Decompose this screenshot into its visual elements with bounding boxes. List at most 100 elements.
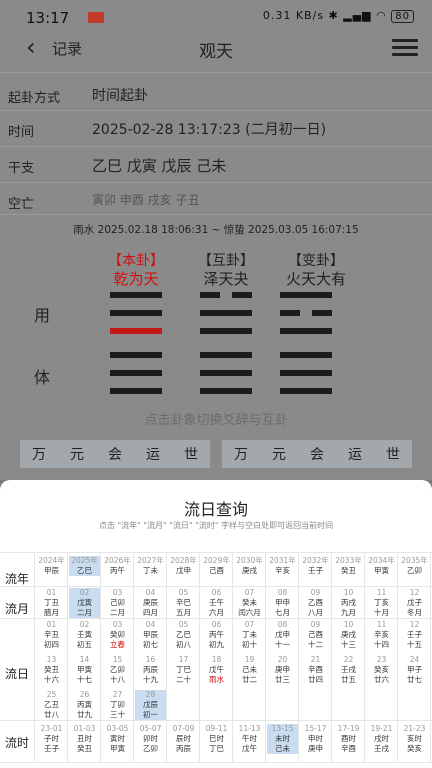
day-cell[interactable]: 09 己酉 十二 (300, 620, 331, 650)
yang-line[interactable] (110, 292, 162, 298)
day-cell[interactable]: 05 乙巳 初八 (168, 620, 199, 650)
yang-line[interactable] (110, 328, 162, 334)
yang-line[interactable] (280, 292, 332, 298)
tab-yuan[interactable]: 元 (272, 444, 286, 464)
day-cell[interactable]: 18 戊午 雨水 (201, 655, 232, 685)
yang-line[interactable] (110, 388, 162, 394)
hour-cell[interactable]: 03-05 寅时 甲寅 (102, 724, 133, 754)
tab-shi[interactable]: 世 (386, 444, 400, 464)
yang-line[interactable] (200, 352, 252, 358)
day-cell[interactable]: 08 戊申 十一 (267, 620, 298, 650)
year-cell[interactable]: 2027年 丁未 (135, 556, 166, 576)
row-label-1[interactable]: 流月 (0, 600, 34, 617)
day-cell[interactable]: 03 癸卯 立春 (102, 620, 133, 650)
day-cell[interactable]: 26 丙寅 廿九 (69, 690, 100, 720)
yang-line[interactable] (110, 352, 162, 358)
day-cell[interactable]: 23 癸亥 廿六 (366, 655, 397, 685)
hour-cell[interactable]: 01-03 丑时 癸丑 (69, 724, 100, 754)
day-cell[interactable]: 02 壬寅 初五 (69, 620, 100, 650)
day-cell[interactable]: 20 庚申 廿三 (267, 655, 298, 685)
day-cell[interactable]: 21 辛酉 廿四 (300, 655, 331, 685)
yang-line[interactable] (110, 310, 162, 316)
hu-gua-head[interactable]: 【互卦】 (186, 250, 266, 270)
month-cell[interactable]: 05 辛巳 五月 (168, 588, 199, 618)
yang-line[interactable] (200, 310, 252, 316)
yang-line[interactable] (280, 388, 332, 394)
hour-cell[interactable]: 21-23 亥时 癸亥 (399, 724, 430, 754)
row-label-0[interactable]: 流年 (0, 570, 34, 587)
month-cell[interactable]: 08 甲申 七月 (267, 588, 298, 618)
day-cell[interactable]: 27 丁卯 三十 (102, 690, 133, 720)
year-cell[interactable]: 2026年 丙午 (102, 556, 133, 576)
day-cell[interactable]: 06 丙午 初九 (201, 620, 232, 650)
tab-yun[interactable]: 运 (348, 444, 362, 464)
month-cell[interactable]: 06 壬午 六月 (201, 588, 232, 618)
day-cell[interactable]: 24 甲子 廿七 (399, 655, 430, 685)
year-cell[interactable]: 2025年 乙巳 (69, 556, 100, 576)
ben-gua-name[interactable]: 乾为天 (96, 268, 176, 289)
hu-gua-name[interactable]: 泽天夬 (186, 268, 266, 289)
day-cell[interactable]: 12 壬子 十五 (399, 620, 430, 650)
hour-cell[interactable]: 07-09 辰时 丙辰 (168, 724, 199, 754)
month-cell[interactable]: 04 庚辰 四月 (135, 588, 166, 618)
month-cell[interactable]: 03 己卯 二月 (102, 588, 133, 618)
day-cell[interactable]: 13 癸丑 十六 (36, 655, 67, 685)
month-cell[interactable]: 10 丙戌 九月 (333, 588, 364, 618)
day-cell[interactable]: 16 丙辰 十九 (135, 655, 166, 685)
month-cell[interactable]: 12 戊子 冬月 (399, 588, 430, 618)
day-cell[interactable]: 11 辛亥 十四 (366, 620, 397, 650)
hour-cell[interactable]: 13-15 未时 己未 (267, 724, 298, 754)
tab-yun[interactable]: 运 (146, 444, 160, 464)
tab-wan[interactable]: 万 (32, 444, 46, 464)
menu-icon[interactable] (392, 39, 418, 57)
year-cell[interactable]: 2028年 戊申 (168, 556, 199, 576)
tab-yuan[interactable]: 元 (70, 444, 84, 464)
yin-line[interactable] (280, 310, 332, 316)
hour-cell[interactable]: 05-07 卯时 乙卯 (135, 724, 166, 754)
hour-cell[interactable]: 11-13 午时 戊午 (234, 724, 265, 754)
hour-cell[interactable]: 17-19 酉时 辛酉 (333, 724, 364, 754)
month-cell[interactable]: 02 戊寅 二月 (69, 588, 100, 618)
hour-cell[interactable]: 15-17 申时 庚申 (300, 724, 331, 754)
hour-cell[interactable]: 09-11 巳时 丁巳 (201, 724, 232, 754)
day-cell[interactable]: 01 辛丑 初四 (36, 620, 67, 650)
yang-line[interactable] (200, 388, 252, 394)
yin-line[interactable] (200, 292, 252, 298)
year-cell[interactable]: 2030年 庚戌 (234, 556, 265, 576)
month-cell[interactable]: 01 丁丑 腊月 (36, 588, 67, 618)
year-cell[interactable]: 2035年 乙卯 (399, 556, 430, 576)
yang-line[interactable] (280, 352, 332, 358)
day-cell[interactable]: 10 庚戌 十三 (333, 620, 364, 650)
hour-cell[interactable]: 19-21 戌时 壬戌 (366, 724, 397, 754)
row-label-2[interactable]: 流日 (0, 665, 34, 682)
bian-gua-head[interactable]: 【变卦】 (276, 250, 356, 270)
day-cell[interactable]: 22 壬戌 廿五 (333, 655, 364, 685)
year-cell[interactable]: 2029年 己酉 (201, 556, 232, 576)
day-cell[interactable]: 14 甲寅 十七 (69, 655, 100, 685)
bian-gua-name[interactable]: 火天大有 (276, 268, 356, 289)
day-cell[interactable]: 15 乙卯 十八 (102, 655, 133, 685)
month-cell[interactable]: 07 癸未 闰六月 (234, 588, 265, 618)
day-cell[interactable]: 04 甲辰 初七 (135, 620, 166, 650)
yang-line[interactable] (200, 328, 252, 334)
year-cell[interactable]: 2024年 甲辰 (36, 556, 67, 576)
day-cell[interactable]: 28 戊辰 初一 (135, 690, 166, 720)
yang-line[interactable] (200, 370, 252, 376)
year-cell[interactable]: 2032年 壬子 (300, 556, 331, 576)
yang-line[interactable] (280, 370, 332, 376)
row-label-3[interactable]: 流时 (0, 734, 34, 751)
month-cell[interactable]: 09 乙酉 八月 (300, 588, 331, 618)
ben-gua-head[interactable]: 【本卦】 (96, 250, 176, 270)
tab-hui[interactable]: 会 (310, 444, 324, 464)
yang-line[interactable] (110, 370, 162, 376)
day-cell[interactable]: 19 己未 廿二 (234, 655, 265, 685)
day-cell[interactable]: 17 丁巳 二十 (168, 655, 199, 685)
year-cell[interactable]: 2033年 癸丑 (333, 556, 364, 576)
tab-wan[interactable]: 万 (234, 444, 248, 464)
hour-cell[interactable]: 23-01 子时 壬子 (36, 724, 67, 754)
tab-shi[interactable]: 世 (184, 444, 198, 464)
year-cell[interactable]: 2031年 辛亥 (267, 556, 298, 576)
day-cell[interactable]: 25 乙丑 廿八 (36, 690, 67, 720)
month-cell[interactable]: 11 丁亥 十月 (366, 588, 397, 618)
year-cell[interactable]: 2034年 甲寅 (366, 556, 397, 576)
